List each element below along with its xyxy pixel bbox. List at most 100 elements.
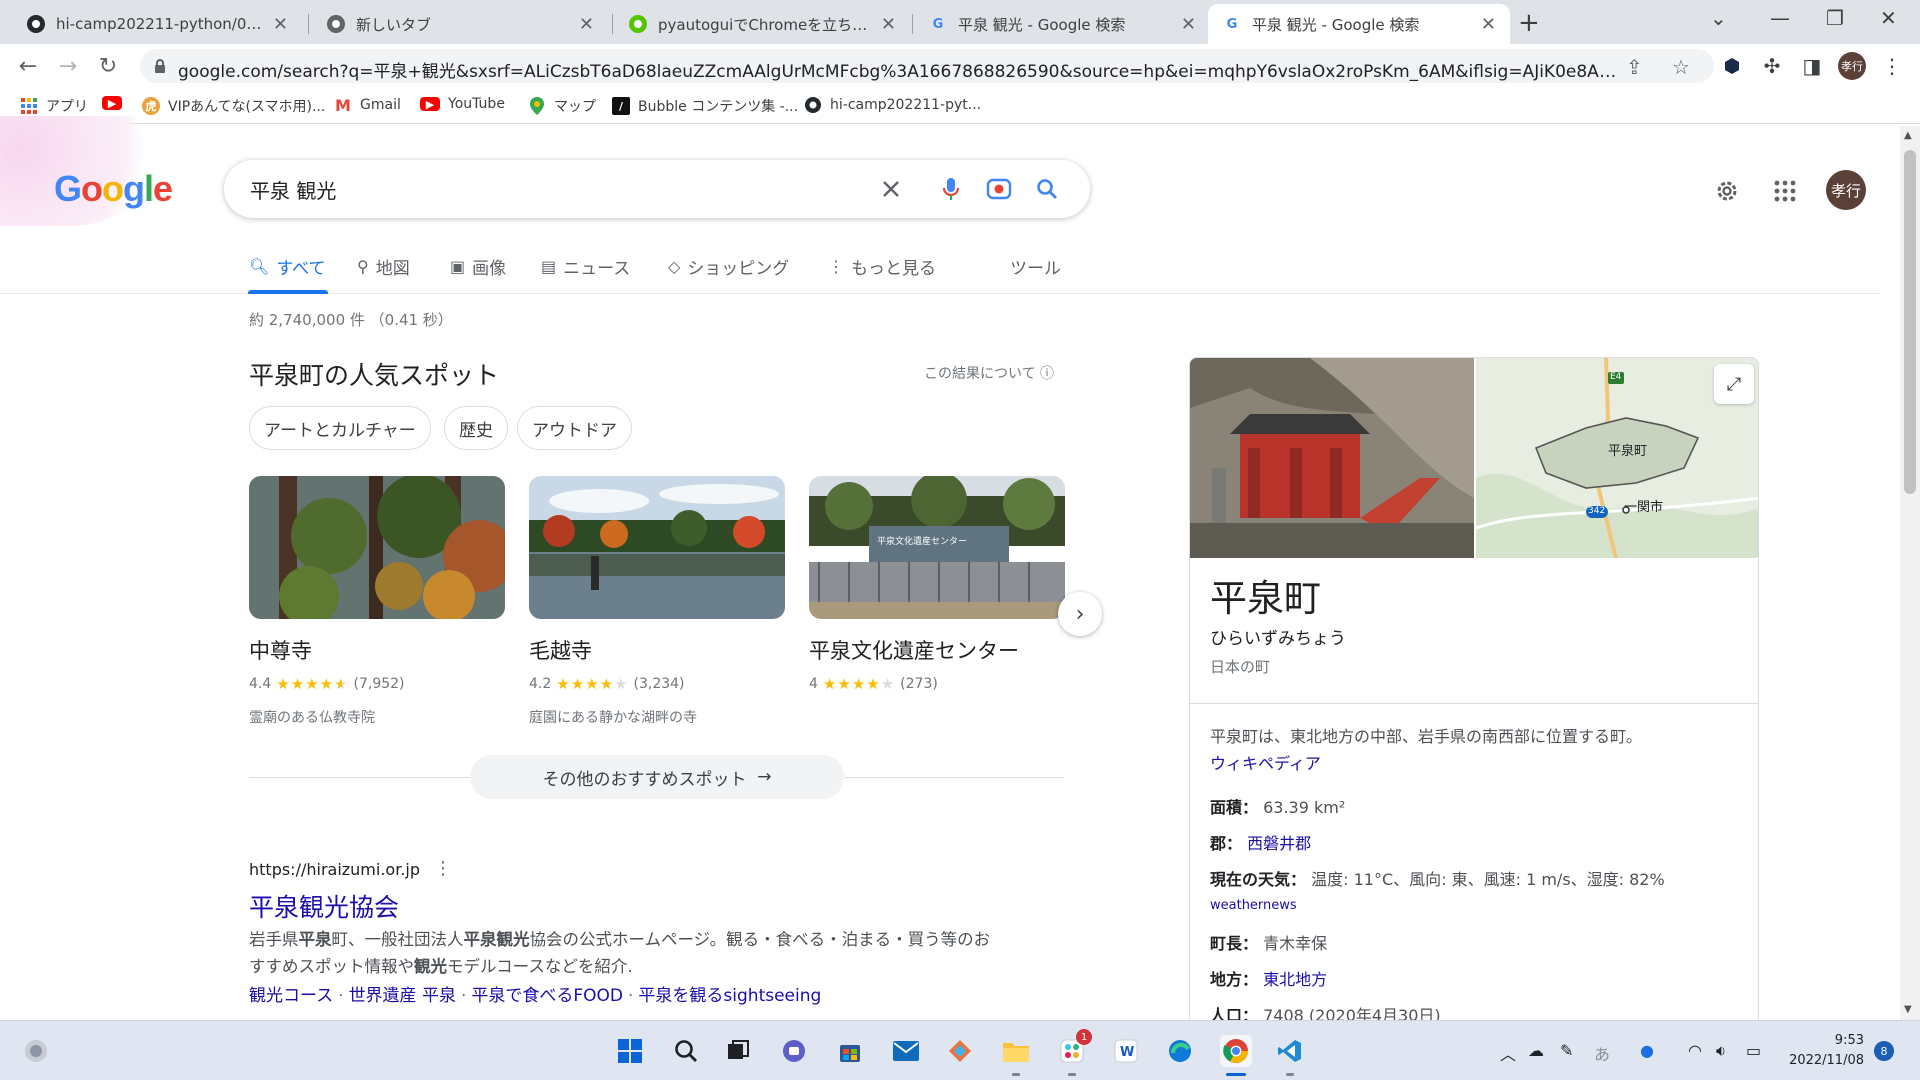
close-tab-icon[interactable]: ✕ [1481, 14, 1496, 35]
weather-source-link[interactable]: weathernews [1210, 898, 1297, 913]
voice-search-icon[interactable] [936, 174, 966, 204]
side-panel-icon[interactable]: ◨ [1800, 54, 1824, 78]
browser-tab-5-active[interactable]: G 平泉 観光 - Google 検索 ✕ [1208, 4, 1510, 44]
browser-tab-1[interactable]: hi-camp202211-python/01_rpa.md ✕ [12, 4, 302, 44]
region-link[interactable]: 東北地方 [1263, 970, 1327, 989]
battery-icon[interactable]: ▭ [1746, 1041, 1761, 1060]
result-title[interactable]: 平泉観光協会 [249, 888, 399, 924]
task-view-icon[interactable] [722, 1035, 754, 1067]
tab-shopping[interactable]: ◇ ショッピング [668, 254, 789, 279]
google-apps-icon[interactable] [1770, 176, 1800, 206]
edge-icon[interactable] [1164, 1035, 1196, 1067]
scroll-down-arrow-icon[interactable]: ▼ [1904, 1004, 1912, 1015]
ime-indicator[interactable]: あ [1594, 1041, 1610, 1065]
bookmark-apps[interactable]: アプリ [20, 96, 88, 116]
scrollbar-thumb[interactable] [1904, 150, 1916, 494]
more-spots-button[interactable]: その他のおすすめスポット → [470, 755, 844, 799]
browser-tab-2[interactable]: 新しいタブ ✕ [312, 4, 608, 44]
browser-tab-4[interactable]: G 平泉 観光 - Google 検索 ✕ [914, 4, 1210, 44]
restore-button[interactable]: ❐ [1826, 6, 1844, 30]
tab-news[interactable]: ▤ ニュース [541, 254, 630, 279]
bookmark-vip[interactable]: 虎 VIPあんてな(スマホ用)... [142, 96, 325, 116]
wifi-icon[interactable]: ◠ [1688, 1041, 1702, 1060]
tab-search-chevron-icon[interactable]: ⌄ [1710, 6, 1727, 30]
account-avatar[interactable]: 孝行 [1826, 170, 1866, 210]
chip-outdoor[interactable]: アウトドア [517, 406, 632, 450]
sitelink[interactable]: 平泉を観るsightseeing [638, 986, 821, 1006]
clear-search-icon[interactable] [876, 174, 906, 204]
search-box[interactable] [224, 160, 1090, 218]
bookmark-github[interactable]: hi-camp202211-pyt... [804, 96, 981, 114]
pen-icon[interactable]: ✎ [1560, 1041, 1573, 1060]
close-tab-icon[interactable]: ✕ [579, 14, 594, 35]
chrome-menu-icon[interactable]: ⋮ [1880, 54, 1904, 78]
notification-count-badge[interactable]: 8 [1874, 1041, 1894, 1061]
wikipedia-link[interactable]: ウィキペディア [1210, 754, 1321, 773]
tab-more[interactable]: ⋮ もっと見る [828, 254, 936, 279]
close-tab-icon[interactable]: ✕ [1181, 14, 1196, 35]
browser-tab-3[interactable]: pyautoguiでChromeを立ち上げて検索 ✕ [614, 4, 910, 44]
profile-avatar[interactable]: 孝行 [1838, 52, 1866, 80]
chip-history[interactable]: 歴史 [444, 406, 508, 450]
settings-gear-icon[interactable] [1712, 176, 1742, 206]
extensions-puzzle-icon[interactable]: ✣ [1760, 54, 1784, 78]
extension-hex-icon[interactable] [1720, 54, 1744, 78]
chrome-icon[interactable] [1220, 1035, 1252, 1067]
carousel-next-button[interactable]: › [1058, 592, 1102, 636]
system-clock[interactable]: 9:53 2022/11/08 [1784, 1031, 1864, 1071]
taskbar-search-icon[interactable] [670, 1035, 702, 1067]
kp-photo[interactable] [1190, 358, 1474, 558]
close-tab-icon[interactable]: ✕ [881, 14, 896, 35]
bookmark-youtube[interactable]: ▶ YouTube [420, 96, 505, 112]
minimize-button[interactable]: — [1770, 6, 1790, 30]
search-submit-icon[interactable] [1032, 174, 1062, 204]
vscode-icon[interactable] [1274, 1035, 1306, 1067]
bookmark-youtube-icon-only[interactable]: ▶ [102, 96, 130, 110]
share-icon[interactable]: ⇪ [1626, 55, 1643, 79]
slack-icon[interactable]: 1 [1056, 1029, 1092, 1067]
spot-card-chusonji[interactable]: 中尊寺 4.4 ★★★★★ (7,952) 霊廟のある仏教寺院 [249, 476, 505, 727]
widgets-icon[interactable] [20, 1035, 52, 1067]
tab-maps[interactable]: ⚲ 地図 [357, 254, 410, 279]
close-tab-icon[interactable]: ✕ [273, 14, 288, 35]
result-more-icon[interactable]: ⋮ [434, 858, 452, 879]
result-url[interactable]: https://hiraizumi.or.jp [249, 860, 420, 879]
file-explorer-icon[interactable] [1000, 1035, 1032, 1067]
copilot-icon[interactable] [944, 1035, 976, 1067]
close-window-button[interactable]: ✕ [1880, 6, 1897, 30]
sitelink[interactable]: 平泉で食べるFOOD [471, 986, 623, 1006]
sitelink[interactable]: 観光コース [249, 986, 333, 1006]
about-result-link[interactable]: この結果について ⓘ [924, 363, 1054, 383]
bookmark-star-icon[interactable]: ☆ [1672, 55, 1690, 79]
address-bar[interactable]: google.com/search?q=平泉+観光&sxsrf=ALiCzsbT… [140, 49, 1714, 83]
word-icon[interactable]: W [1110, 1035, 1142, 1067]
sitelink[interactable]: 世界遺産 平泉 [349, 986, 456, 1006]
forward-button[interactable]: → [52, 50, 84, 82]
lens-search-icon[interactable] [984, 174, 1014, 204]
tab-all[interactable]: 🔍︎ すべて [249, 254, 325, 279]
back-button[interactable]: ← [12, 50, 44, 82]
security-icon[interactable]: ● [1640, 1041, 1654, 1060]
tab-images[interactable]: ▣ 画像 [450, 254, 506, 279]
spot-card-heritage-center[interactable]: 平泉文化遺産センター 平泉文化遺産センター 4 ★★★★★ (273) [809, 476, 1065, 707]
reload-button[interactable]: ↻ [92, 50, 124, 82]
mail-icon[interactable] [890, 1035, 922, 1067]
chip-art-culture[interactable]: アートとカルチャー [249, 406, 431, 450]
volume-icon[interactable]: 🔉︎ [1716, 1041, 1726, 1061]
google-logo[interactable]: Google [0, 116, 190, 226]
expand-map-icon[interactable]: ⤢ [1714, 364, 1754, 404]
start-windows-icon[interactable] [614, 1035, 646, 1067]
district-link[interactable]: 西磐井郡 [1247, 834, 1311, 853]
scroll-up-arrow-icon[interactable]: ▲ [1904, 130, 1912, 141]
onedrive-cloud-icon[interactable]: ☁ [1528, 1041, 1544, 1060]
tray-chevron-icon[interactable]: ︿ [1500, 1041, 1516, 1065]
page-scrollbar[interactable]: ▲ ▼ [1900, 126, 1920, 1020]
teams-chat-icon[interactable] [778, 1035, 810, 1067]
bookmark-maps[interactable]: マップ [528, 96, 596, 116]
bookmark-bubble[interactable]: / Bubble コンテンツ集 -... [612, 96, 798, 116]
spot-card-motsuji[interactable]: 毛越寺 4.2 ★★★★★ (3,234) 庭園にある静かな湖畔の寺 [529, 476, 785, 727]
tools-button[interactable]: ツール [1010, 254, 1061, 279]
search-input[interactable] [250, 172, 850, 206]
store-icon[interactable] [834, 1035, 866, 1067]
bookmark-gmail[interactable]: M Gmail [334, 96, 401, 115]
